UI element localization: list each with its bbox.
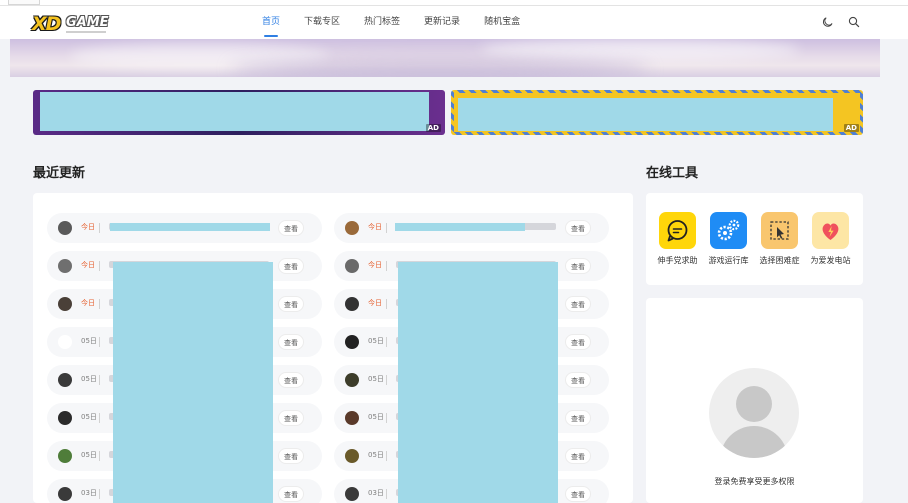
ad-banner-right[interactable]: AD xyxy=(451,90,863,135)
game-avatar xyxy=(58,449,72,463)
tool-label: 伸手党求助 xyxy=(657,256,698,265)
moon-icon[interactable] xyxy=(822,16,834,28)
update-date: 今日 xyxy=(368,299,382,307)
logo-text-xd: XD xyxy=(32,13,61,35)
view-button[interactable]: 查看 xyxy=(565,334,591,350)
game-avatar xyxy=(345,373,359,387)
ad-tag: AD xyxy=(843,124,859,132)
tool-game-runtime[interactable]: 游戏运行库 xyxy=(703,212,754,266)
update-date: 05日 xyxy=(81,337,97,345)
tool-label: 游戏运行库 xyxy=(708,256,749,265)
game-avatar xyxy=(58,487,72,501)
login-prompt[interactable]: 登录免费享受更多权限 xyxy=(646,476,863,487)
redacted-block xyxy=(398,262,558,503)
view-button[interactable]: 查看 xyxy=(565,220,591,236)
login-panel: 登录免费享受更多权限 xyxy=(646,298,863,503)
nav-home[interactable]: 首页 xyxy=(262,6,280,39)
game-avatar xyxy=(58,221,72,235)
redacted-block xyxy=(110,223,270,231)
online-tools-panel: 伸手党求助 游戏运行库 选择困难症 为爱发电站 xyxy=(646,193,863,285)
update-date: 今日 xyxy=(81,261,95,269)
view-button[interactable]: 查看 xyxy=(565,448,591,464)
section-title-recent: 最近更新 xyxy=(33,166,86,181)
update-date: 05日 xyxy=(81,375,97,383)
view-button[interactable]: 查看 xyxy=(278,334,304,350)
ad-left-content-redacted xyxy=(40,92,429,131)
top-navbar: XD GAME 首页 下载专区 热门标签 更新记录 随机宝盒 xyxy=(0,6,908,39)
game-avatar xyxy=(345,487,359,501)
logo-text-game: GAME xyxy=(66,15,109,30)
update-date: 今日 xyxy=(81,223,95,231)
game-avatar xyxy=(58,297,72,311)
heart-bolt-icon xyxy=(822,223,839,240)
game-avatar xyxy=(345,221,359,235)
nav-random-box[interactable]: 随机宝盒 xyxy=(484,6,520,39)
view-button[interactable]: 查看 xyxy=(278,296,304,312)
section-title-tools: 在线工具 xyxy=(646,166,699,181)
game-avatar xyxy=(345,411,359,425)
game-avatar xyxy=(345,335,359,349)
logo-subline xyxy=(66,31,106,33)
view-button[interactable]: 查看 xyxy=(278,486,304,502)
tool-icon-box xyxy=(812,212,849,249)
ad-right-content-redacted xyxy=(458,98,833,131)
update-date: 今日 xyxy=(81,299,95,307)
view-button[interactable]: 查看 xyxy=(565,296,591,312)
tool-icon-box xyxy=(710,212,747,249)
view-button[interactable]: 查看 xyxy=(565,486,591,502)
update-date: 05日 xyxy=(368,375,384,383)
game-avatar xyxy=(58,373,72,387)
default-avatar[interactable] xyxy=(709,368,799,458)
update-date: 今日 xyxy=(368,223,382,231)
game-avatar xyxy=(345,259,359,273)
nav-changelog[interactable]: 更新记录 xyxy=(424,6,460,39)
redacted-block xyxy=(113,262,273,503)
ad-banner-left[interactable]: AD xyxy=(33,90,445,135)
view-button[interactable]: 查看 xyxy=(278,448,304,464)
nav-icons xyxy=(822,16,860,28)
ad-tag: AD xyxy=(425,124,441,132)
tool-label: 为爱发电站 xyxy=(810,256,851,265)
update-date: 05日 xyxy=(81,413,97,421)
tool-icon-box xyxy=(659,212,696,249)
view-button[interactable]: 查看 xyxy=(278,220,304,236)
view-button[interactable]: 查看 xyxy=(278,410,304,426)
game-avatar xyxy=(58,335,72,349)
game-avatar xyxy=(345,297,359,311)
view-button[interactable]: 查看 xyxy=(565,372,591,388)
cursor-select-icon xyxy=(770,221,789,240)
update-date: 05日 xyxy=(81,451,97,459)
main-nav: 首页 下载专区 热门标签 更新记录 随机宝盒 xyxy=(262,6,544,39)
view-button[interactable]: 查看 xyxy=(565,258,591,274)
tool-icon-box xyxy=(761,212,798,249)
gears-icon xyxy=(717,219,740,241)
chat-bubble-icon xyxy=(667,220,688,242)
nav-hot-tags[interactable]: 热门标签 xyxy=(364,6,400,39)
update-date: 05日 xyxy=(368,413,384,421)
tool-label: 选择困难症 xyxy=(759,256,800,265)
tool-donate[interactable]: 为爱发电站 xyxy=(805,212,856,266)
game-avatar xyxy=(58,259,72,273)
update-date: 今日 xyxy=(368,261,382,269)
redacted-block xyxy=(395,223,525,231)
hero-banner xyxy=(10,39,880,77)
tool-help-request[interactable]: 伸手党求助 xyxy=(652,212,703,266)
view-button[interactable]: 查看 xyxy=(278,258,304,274)
tab-stub xyxy=(8,0,40,5)
site-logo[interactable]: XD GAME xyxy=(32,13,112,37)
search-icon[interactable] xyxy=(848,16,860,28)
update-date: 03日 xyxy=(81,489,97,497)
tool-choice-helper[interactable]: 选择困难症 xyxy=(754,212,805,266)
update-date: 05日 xyxy=(368,337,384,345)
nav-downloads[interactable]: 下载专区 xyxy=(304,6,340,39)
game-avatar xyxy=(58,411,72,425)
update-date: 05日 xyxy=(368,451,384,459)
update-date: 03日 xyxy=(368,489,384,497)
game-avatar xyxy=(345,449,359,463)
view-button[interactable]: 查看 xyxy=(278,372,304,388)
view-button[interactable]: 查看 xyxy=(565,410,591,426)
